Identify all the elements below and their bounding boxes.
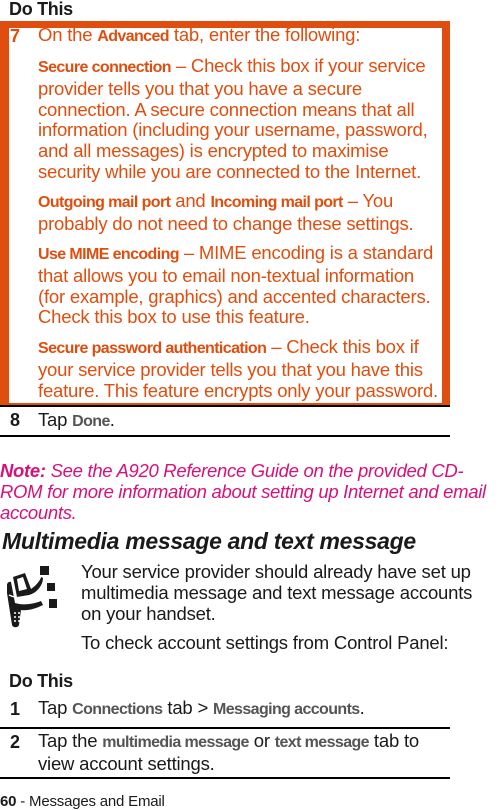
divider — [0, 405, 450, 407]
step-number: 2 — [10, 732, 21, 752]
section-paragraph: To check account settings from Control P… — [81, 632, 449, 653]
keyword: Use MIME encoding — [38, 246, 180, 263]
text: Tap — [38, 697, 73, 718]
step-7-intro: On the Advanced tab, enter the following… — [38, 24, 443, 48]
divider — [0, 435, 450, 437]
section-title: Multimedia message and text message — [2, 528, 416, 554]
page-number: 60 — [0, 793, 17, 810]
text: tab > — [162, 697, 214, 718]
divider — [0, 777, 450, 779]
keyword-text-message: text message — [274, 734, 370, 751]
item-secure-password: Secure password authentication – Check t… — [38, 336, 443, 401]
step-1-text: Tap Connections tab > Messaging accounts… — [38, 697, 365, 721]
keyword: Secure connection — [38, 59, 172, 76]
text: . — [109, 409, 115, 430]
step-8-text: Tap Done. — [38, 409, 115, 433]
step-number: 8 — [10, 410, 21, 430]
text: Tap — [38, 409, 73, 430]
text: . — [359, 697, 365, 718]
text: On the — [38, 24, 98, 45]
note-text: See the A920 Reference Guide on the prov… — [0, 460, 486, 523]
text: and — [170, 190, 211, 211]
text: tab, enter the following: — [168, 24, 361, 45]
item-secure-connection: Secure connection – Check this box if yo… — [38, 55, 443, 183]
note: Note: See the A920 Reference Guide on th… — [0, 460, 503, 523]
keyword: Incoming mail port — [210, 194, 343, 211]
footer-section: - Messages and Email — [16, 793, 165, 810]
keyword-messaging-accounts: Messaging accounts — [213, 701, 360, 718]
keyword-multimedia-message: multimedia message — [102, 734, 249, 751]
phone-messaging-icon — [7, 566, 57, 628]
text: Tap the — [38, 730, 103, 751]
note-label: Note: — [0, 460, 46, 481]
keyword-connections: Connections — [72, 701, 163, 718]
step-number: 7 — [10, 26, 21, 46]
step-number: 1 — [10, 699, 21, 719]
keyword: Outgoing mail port — [38, 194, 171, 211]
item-mail-ports: Outgoing mail port and Incoming mail por… — [38, 190, 443, 235]
table-header-do-this: Do This — [9, 671, 73, 691]
page-footer: 60 - Messages and Email — [0, 793, 165, 810]
table-header-do-this: Do This — [9, 0, 73, 19]
divider — [0, 727, 450, 729]
section-paragraph: Your service provider should already hav… — [81, 561, 473, 624]
keyword-advanced: Advanced — [97, 28, 169, 45]
step-2-text: Tap the multimedia message or text messa… — [38, 730, 448, 775]
keyword: Secure password authentication — [38, 340, 267, 357]
item-mime-encoding: Use MIME encoding – MIME encoding is a s… — [38, 242, 443, 328]
text: or — [248, 730, 275, 751]
keyword-done: Done — [72, 413, 110, 430]
